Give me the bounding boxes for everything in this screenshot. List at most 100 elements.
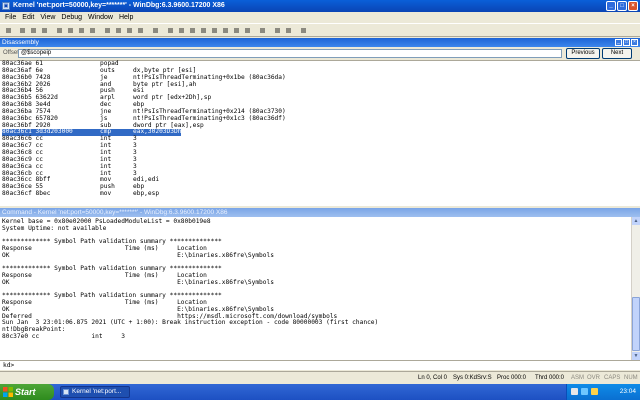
disassembly-row[interactable]: 80ac36bc 657820 js nt!PsIsThreadTerminatin… (2, 115, 622, 123)
disassembly-minimize-button[interactable]: _ (615, 39, 622, 46)
paste-icon[interactable] (40, 26, 49, 35)
disassembly-address: 80ac36cf 8bec (2, 190, 51, 198)
scroll-down-arrow-icon[interactable]: ▼ (632, 352, 640, 360)
status-ovr: OVR (587, 375, 601, 381)
insert-breakpoint-icon[interactable] (151, 26, 160, 35)
scroll-up-arrow-icon[interactable]: ▲ (632, 217, 640, 225)
disassembly-close-button[interactable]: × (631, 39, 638, 46)
toolbar (0, 23, 640, 37)
status-asm: ASM (571, 375, 585, 381)
window-title-bar[interactable]: ▣ Kernel 'net:port=50000,key=*******' - … (0, 0, 640, 12)
system-tray: 23:04 (566, 384, 640, 400)
cut-icon[interactable] (18, 26, 27, 35)
command-output-line: System Uptime: not available (2, 224, 107, 232)
next-button[interactable]: Next (602, 48, 632, 59)
clock: 23:04 (619, 388, 636, 395)
disassembly-row[interactable]: 80ac36ce 55 push ebp (2, 183, 622, 191)
copy-icon[interactable] (29, 26, 38, 35)
stop-debugging-icon[interactable] (77, 26, 86, 35)
disassembly-title: Disassembly (2, 39, 39, 46)
menu-help[interactable]: Help (116, 12, 136, 23)
disassembly-row[interactable]: 80ac36ae 61 popad (2, 60, 622, 68)
taskbar-windbg-button[interactable]: Kernel 'net:port... (60, 386, 130, 398)
command-output-line: Sun Jan 3 23:01:06.875 2021 (UTC + 1:00)… (2, 319, 379, 327)
disassembly-row[interactable]: 80ac36ba 7574 jne nt!PsIsThreadTerminating… (2, 108, 622, 116)
command-output: Kernel base = 0x80e02000 PsLoadedModuleL… (2, 218, 626, 341)
command-input[interactable] (17, 362, 625, 370)
command-title-bar[interactable]: Command - Kernel 'net:port=50000,key=***… (0, 208, 640, 217)
status-caps: CAPS (604, 375, 621, 381)
disassembly-row[interactable]: 80ac36c7 cc int 3 (2, 142, 622, 150)
disassembly-row[interactable]: 80ac36c6 cc int 3 (2, 135, 622, 143)
step-out-icon[interactable] (125, 26, 134, 35)
disassembly-row[interactable]: 80ac36ca cc int 3 (2, 163, 622, 171)
window-title: Kernel 'net:port=50000,key=*******' - Wi… (13, 2, 225, 9)
scrollbar-thumb[interactable] (632, 297, 640, 351)
command-prompt: kd> (3, 362, 15, 369)
start-label: Start (15, 387, 36, 397)
offset-input[interactable]: @$scopeip (18, 49, 562, 58)
disassembly-row-current[interactable]: 80ac36c1 3d3d203000 cmp eax,30203D3Dh (2, 129, 622, 137)
disassembly-row[interactable]: 80ac36b4 56 push esi (2, 88, 622, 95)
disassembly-row[interactable]: 80ac36c8 cc int 3 (2, 149, 622, 157)
menu-edit[interactable]: Edit (19, 12, 37, 23)
menu-window[interactable]: Window (85, 12, 116, 23)
disassembly-list: 80ac36ae 61 popad 80ac36af 6e outs dx,byte p… (2, 60, 622, 198)
volume-icon[interactable] (581, 388, 588, 395)
go-icon[interactable] (55, 26, 64, 35)
status-position: Ln 0, Col 0 (418, 375, 448, 381)
restart-icon[interactable] (66, 26, 75, 35)
menu-view[interactable]: View (37, 12, 58, 23)
command-title: Command - Kernel 'net:port=50000,key=***… (2, 209, 228, 216)
security-icon[interactable] (591, 388, 598, 395)
locals-window-icon[interactable] (188, 26, 197, 35)
memory-window-icon[interactable] (210, 26, 219, 35)
offset-bar: Offset: @$scopeip Previous Next (0, 47, 640, 60)
taskbar: Start Kernel 'net:port... 23:04 (0, 384, 640, 400)
disassembly-maximize-button[interactable]: □ (623, 39, 630, 46)
maximize-button[interactable]: □ (617, 1, 627, 11)
command-output-pane[interactable]: Kernel base = 0x80e02000 PsLoadedModuleL… (0, 217, 640, 360)
break-icon[interactable] (88, 26, 97, 35)
open-file-icon[interactable] (4, 26, 13, 35)
disassembly-row[interactable]: 80ac36cf 8bec mov ebp,esp (2, 190, 622, 198)
step-into-icon[interactable] (103, 26, 112, 35)
start-button[interactable]: Start (0, 384, 54, 400)
disassembly-row[interactable]: 80ac36bf 2920 sub dword ptr [eax],esp (2, 122, 622, 130)
options-icon[interactable] (284, 26, 293, 35)
disassembly-row[interactable]: 80ac36af 6e outs dx,byte ptr [esi] (2, 67, 622, 75)
disassembly-opcode: mov (100, 190, 112, 198)
disassembly-row[interactable]: 80ac36cc 8bff mov edi,edi (2, 176, 622, 184)
disassembly-row[interactable]: 80ac36c9 cc int 3 (2, 156, 622, 164)
registers-window-icon[interactable] (199, 26, 208, 35)
disassembly-pane[interactable]: 80ac36ae 61 popad 80ac36af 6e outs dx,byte p… (0, 60, 640, 206)
run-to-cursor-icon[interactable] (136, 26, 145, 35)
status-sys: Sys 0:KdSrv:S (453, 375, 492, 381)
disassembly-operands: word ptr [edx+2Dh],sp (133, 94, 212, 102)
disassembly-row[interactable]: 80ac36cb cc int 3 (2, 170, 622, 178)
help-icon[interactable] (299, 26, 308, 35)
watch-window-icon[interactable] (177, 26, 186, 35)
disassembly-window-icon[interactable] (232, 26, 241, 35)
step-over-icon[interactable] (114, 26, 123, 35)
source-mode-icon[interactable] (258, 26, 267, 35)
command-window-icon[interactable] (166, 26, 175, 35)
minimize-button[interactable]: _ (606, 1, 616, 11)
font-icon[interactable] (273, 26, 282, 35)
scratch-pad-icon[interactable] (243, 26, 252, 35)
disassembly-row[interactable]: 80ac36b5 63622d arpl word ptr [edx+2Dh],sp (2, 94, 622, 102)
status-proc: Proc 000:0 (497, 375, 527, 381)
close-button[interactable]: × (628, 1, 638, 11)
menu-file[interactable]: File (2, 12, 19, 23)
window-controls: _ □ × (606, 1, 638, 11)
command-scrollbar[interactable]: ▲ ▼ (631, 217, 640, 360)
menu-debug[interactable]: Debug (58, 12, 85, 23)
call-stack-window-icon[interactable] (221, 26, 230, 35)
disassembly-row[interactable]: 80ac36b0 7428 je nt!PsIsThreadTerminating+… (2, 74, 622, 82)
disassembly-row[interactable]: 80ac36b8 3e4d dec ebp (2, 101, 622, 109)
previous-button[interactable]: Previous (566, 48, 600, 59)
network-icon[interactable] (571, 388, 578, 395)
disassembly-title-bar[interactable]: Disassembly _ □ × (0, 38, 640, 47)
disassembly-row[interactable]: 80ac36b2 2026 and byte ptr [esi],ah (2, 81, 622, 89)
command-output-line: 80c37e0 cc int 3 (2, 332, 125, 340)
